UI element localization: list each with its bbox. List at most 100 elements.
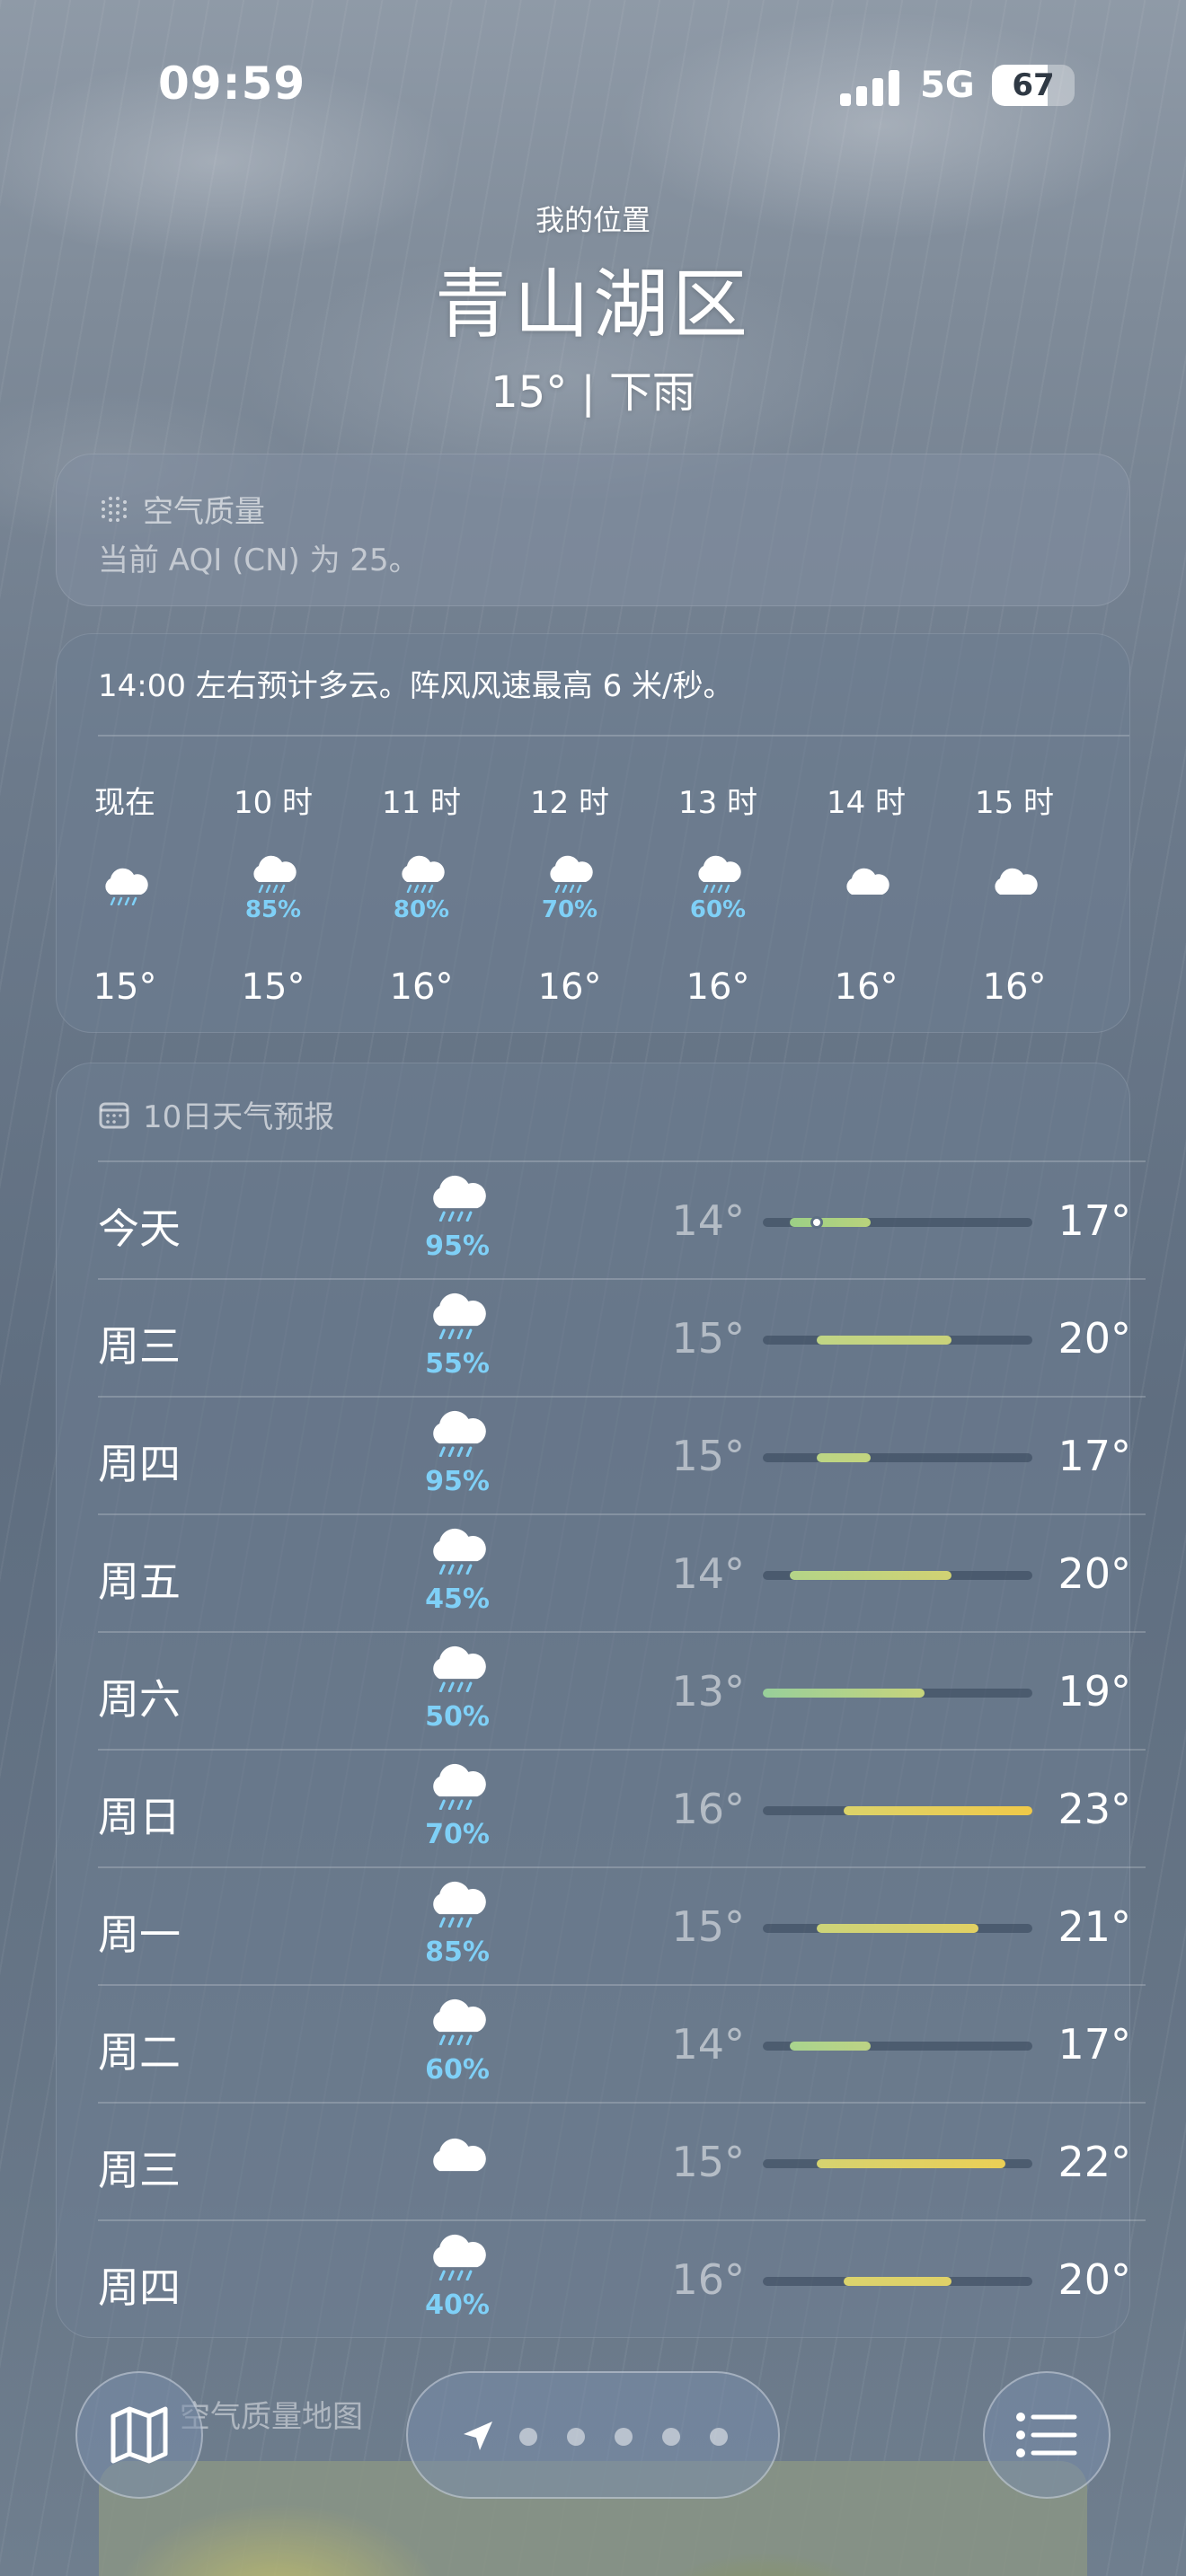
forecast-day-row[interactable]: 周四 40% 16° 20° [98, 2219, 1146, 2337]
hourly-forecast-card[interactable]: 14:00 左右预计多云。阵风风速最高 6 米/秒。 现在 15° 10 时 85% 1… [56, 633, 1130, 1033]
rain-cloud-icon [691, 855, 745, 894]
aqi-dots-icon [102, 496, 127, 522]
network-type: 5G [920, 65, 975, 106]
hour-label: 14 时 [826, 785, 907, 821]
temperature-range-track [763, 1689, 1032, 1698]
temperature-range-bar [790, 2042, 871, 2051]
day-low-temp: 16° [671, 1785, 745, 1833]
signal-bars-icon [840, 70, 901, 106]
divider [98, 1160, 1146, 1162]
day-name: 周二 [98, 2028, 181, 2077]
temperature-range-bar [817, 2159, 1005, 2168]
air-quality-card[interactable]: 空气质量 当前 AQI (CN) 为 25。 [56, 454, 1130, 606]
divider [98, 1396, 1146, 1398]
rain-cloud-icon [421, 1410, 493, 1458]
day-name: 周日 [98, 1793, 181, 1841]
day-name: 周五 [98, 1557, 181, 1606]
temperature-range-track [763, 1571, 1032, 1580]
rain-cloud-icon [98, 868, 152, 906]
page-dot[interactable] [519, 2428, 537, 2446]
battery-level: 67 [1012, 67, 1055, 103]
divider [98, 1631, 1146, 1633]
hour-item: 现在 15° [71, 778, 179, 1008]
forecast-day-row[interactable]: 周三 15° 22° [98, 2102, 1146, 2219]
day-low-temp: 16° [671, 2255, 745, 2304]
day-precip-chance: 60% [425, 2054, 490, 2086]
hour-temperature: 15° [241, 966, 305, 1008]
hour-label: 现在 [94, 785, 155, 821]
page-dot[interactable] [615, 2428, 633, 2446]
list-button[interactable] [983, 2371, 1111, 2499]
hour-temperature: 16° [537, 966, 602, 1008]
rain-cloud-icon [394, 855, 448, 894]
rain-cloud-icon [421, 1645, 493, 1693]
forecast-title: 10日天气预报 [98, 1092, 334, 1136]
day-high-temp: 19° [1058, 1667, 1131, 1716]
day-low-temp: 15° [671, 1432, 745, 1480]
page-indicator[interactable] [406, 2371, 780, 2499]
temperature-range-bar [844, 1806, 1032, 1815]
page-dot[interactable] [662, 2428, 680, 2446]
day-low-temp: 14° [671, 1549, 745, 1598]
forecast-day-row[interactable]: 周四 95% 15° 17° [98, 1396, 1146, 1513]
cloud-icon [421, 2138, 493, 2184]
forecast-day-row[interactable]: 周一 85% 15° 21° [98, 1866, 1146, 1984]
day-name: 今天 [98, 1204, 181, 1253]
cloud-icon [987, 868, 1041, 905]
day-precip-chance: 95% [425, 1231, 490, 1262]
hour-label: 10 时 [233, 785, 314, 821]
temperature-range-track [763, 1924, 1032, 1933]
hour-precip-chance: 85% [244, 896, 302, 923]
page-dot[interactable] [567, 2428, 585, 2446]
day-low-temp: 13° [671, 1667, 745, 1716]
air-quality-title-text: 空气质量 [143, 494, 265, 530]
temperature-range-track [763, 1806, 1032, 1815]
day-name: 周三 [98, 2146, 181, 2194]
ten-day-forecast-card[interactable]: 10日天气预报 今天 95% 14° 17° 周三 55% 15° 20° 周四 95% 15° 17… [56, 1063, 1146, 2338]
air-quality-text: 当前 AQI (CN) 为 25。 [98, 543, 420, 578]
forecast-day-row[interactable]: 周二 60% 14° 17° [98, 1984, 1146, 2102]
divider [98, 2102, 1146, 2104]
status-time: 09:59 [158, 57, 306, 110]
temperature-range-track [763, 1336, 1032, 1345]
temperature-range-track [763, 1453, 1032, 1462]
day-name: 周一 [98, 1910, 181, 1959]
forecast-day-row[interactable]: 周三 55% 15° 20° [98, 1278, 1146, 1396]
day-low-temp: 14° [671, 2020, 745, 2069]
temperature-range-bar [790, 1571, 951, 1580]
location-label: 我的位置 [535, 203, 651, 237]
hour-item: 15 时 16° [960, 778, 1068, 1008]
divider [98, 735, 1129, 737]
day-high-temp: 23° [1058, 1785, 1131, 1833]
location-arrow-icon[interactable] [460, 2418, 496, 2454]
divider [98, 1278, 1146, 1280]
forecast-day-row[interactable]: 今天 95% 14° 17° [98, 1160, 1146, 1278]
temperature-range-bar [817, 1453, 871, 1462]
page-dot[interactable] [710, 2428, 728, 2446]
hour-item: 13 时 60% 16° [664, 778, 772, 1008]
forecast-day-row[interactable]: 周五 45% 14° 20° [98, 1513, 1146, 1631]
day-precip-chance: 40% [425, 2289, 490, 2321]
forecast-day-row[interactable]: 周六 50% 13° 19° [98, 1631, 1146, 1749]
hour-temperature: 15° [93, 966, 157, 1008]
day-name: 周六 [98, 1675, 181, 1724]
rain-cloud-icon [421, 2234, 493, 2281]
day-high-temp: 22° [1058, 2138, 1131, 2186]
battery-icon: 67 [992, 65, 1075, 106]
rain-cloud-icon [421, 1881, 493, 1928]
temperature-range-bar [817, 1924, 978, 1933]
day-high-temp: 20° [1058, 1549, 1131, 1598]
divider [98, 1984, 1146, 1986]
temperature-range-track [763, 2277, 1032, 2286]
map-button[interactable] [75, 2371, 203, 2499]
hourly-summary: 14:00 左右预计多云。阵风风速最高 6 米/秒。 [98, 668, 734, 704]
divider [98, 1749, 1146, 1751]
hour-item: 10 时 85% 15° [219, 778, 327, 1008]
day-high-temp: 20° [1058, 1314, 1131, 1363]
day-name: 周四 [98, 1440, 181, 1488]
forecast-day-row[interactable]: 周日 70% 16° 23° [98, 1749, 1146, 1866]
cloud-icon [839, 868, 893, 905]
hour-temperature: 16° [389, 966, 454, 1008]
day-low-temp: 15° [671, 2138, 745, 2186]
hour-temperature: 16° [686, 966, 750, 1008]
